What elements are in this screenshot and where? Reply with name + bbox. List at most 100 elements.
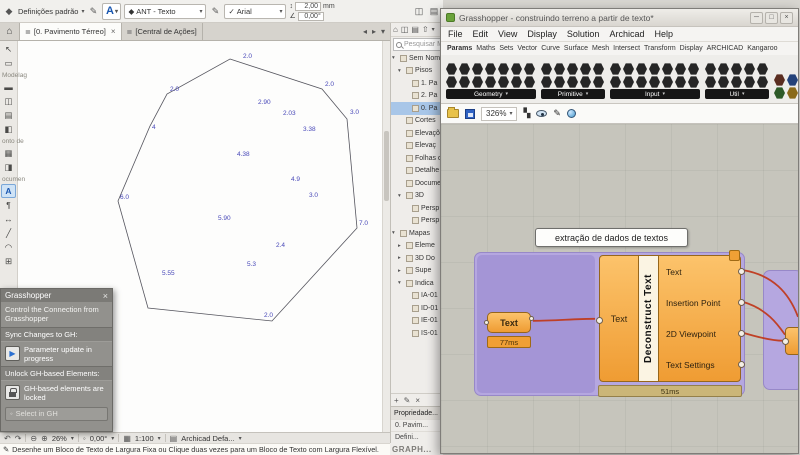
component-icon[interactable] [623,63,634,75]
component-icon[interactable] [472,63,483,75]
component-icon[interactable] [580,63,591,75]
more-icon[interactable]: ▾ [432,26,435,33]
component-icon[interactable] [554,76,565,88]
component-icon[interactable] [636,63,647,75]
ribbon-group-label[interactable]: Input ▾ [610,89,700,99]
open-file-icon[interactable] [447,107,459,118]
component-icon[interactable] [459,63,470,75]
component-icon[interactable] [472,76,483,88]
component-icon[interactable] [705,63,716,75]
category-tab-archicad[interactable]: ARCHICAD [707,45,744,52]
gh-canvas[interactable]: extração de dados de textos Text 77ms Te… [441,124,798,453]
category-tab-params[interactable]: Params [447,45,472,52]
component-icon[interactable] [623,76,634,88]
tree-item[interactable]: Persp [391,215,443,228]
properties-panel-title[interactable]: Propriedade... [391,406,443,419]
mesh-tool-icon[interactable]: ▦ [1,146,16,160]
component-icon[interactable] [446,63,457,75]
forward-icon[interactable]: ↷ [15,434,22,443]
component-icon[interactable] [610,76,621,88]
tree-item[interactable]: ▸ Eleme [391,240,443,253]
component-icon[interactable] [675,76,686,88]
component-icon[interactable] [511,76,522,88]
favorites-label[interactable]: Definições padrão [18,7,78,16]
tree-item[interactable]: Docume [391,177,443,190]
add-icon[interactable]: + [394,396,399,405]
group-label[interactable]: extração de dados de textos [535,228,688,247]
document-tab[interactable]: ≣ [Central de Ações] [122,23,203,40]
document-tab[interactable]: ≣ [0. Pavimento Térreo] × [20,23,122,40]
tree-item[interactable]: Cortes [391,115,443,128]
component-icon[interactable] [524,63,535,75]
zoom-level[interactable]: 26% [52,434,67,443]
component-icon[interactable] [731,76,742,88]
category-tab-transform[interactable]: Transform [644,45,676,52]
expand-icon[interactable]: ▾ [398,68,404,74]
component-icon[interactable] [554,63,565,75]
input-param[interactable]: Text [596,256,638,381]
component-icon[interactable] [787,74,798,86]
menu-solution[interactable]: Solution [567,29,600,39]
tree-item[interactable]: ▾ Sem Nom [391,52,443,65]
component-icon[interactable] [649,63,660,75]
component-icon[interactable] [498,76,509,88]
component-icon[interactable] [649,76,660,88]
component-icon[interactable] [731,63,742,75]
tree-item[interactable]: ▾ Mapas [391,227,443,240]
tree-item[interactable]: IA-01 [391,290,443,303]
slab-tool-icon[interactable]: ▤ [1,108,16,122]
tree-item[interactable]: Persp [391,202,443,215]
text-tool-icon[interactable]: A [1,184,16,198]
output-param[interactable]: Insertion Point [659,287,745,318]
component-icon[interactable] [459,76,470,88]
component-icon[interactable] [524,76,535,88]
select-in-gh-button[interactable]: ◦ Select in GH [5,406,108,421]
penset-value[interactable]: Archicad Defa... [181,434,234,443]
layout-book-icon[interactable]: ▤ [411,25,419,34]
output-grip[interactable] [738,267,745,275]
component-icon[interactable] [593,76,604,88]
component-icon[interactable] [718,76,729,88]
expand-icon[interactable]: ▾ [398,280,404,286]
sketch-tool-icon[interactable]: ✎ [553,108,561,119]
component-icon[interactable] [774,87,785,99]
component-icon[interactable] [485,63,496,75]
tree-item[interactable]: 2. Pa [391,90,443,103]
preview-selector-icon[interactable]: ▚ [523,108,530,119]
category-tab-kangaroo[interactable]: Kangaroo [747,45,777,52]
panel-toggle-icon[interactable]: ◫ [413,6,425,17]
orientation-icon[interactable]: ◦ [83,434,86,443]
close-icon[interactable]: × [780,11,793,24]
component-icon[interactable] [705,76,716,88]
output-param[interactable]: 2D Viewpoint [659,319,745,350]
scale-value[interactable]: 1:100 [135,434,154,443]
partial-input-grip[interactable] [782,338,789,345]
ribbon-group-label[interactable]: Geometry ▾ [446,89,536,99]
component-icon[interactable] [688,76,699,88]
text-parameter[interactable]: Text [484,312,534,333]
category-tab-mesh[interactable]: Mesh [592,45,609,52]
component-icon[interactable] [718,63,729,75]
component-icon[interactable] [688,63,699,75]
param-output-grip[interactable] [529,316,534,321]
tree-item[interactable]: IE-01 [391,315,443,328]
lock-button[interactable] [5,385,20,401]
canvas-scrollbar[interactable] [382,41,390,432]
text-style-combo[interactable]: ◆ ANT - Texto ▾ [124,3,207,19]
sync-button[interactable]: ▶ [5,346,20,362]
tab-close-icon[interactable]: × [111,27,116,36]
component-icon[interactable] [774,74,785,86]
component-icon[interactable] [446,76,457,88]
component-icon[interactable] [567,76,578,88]
output-param[interactable]: Text Settings [659,350,745,381]
category-tab-curve[interactable]: Curve [541,45,560,52]
category-tab-maths[interactable]: Maths [476,45,495,52]
menu-help[interactable]: Help [654,29,673,39]
gh-titlebar[interactable]: Grasshopper - construindo terreno a part… [441,9,798,27]
category-tab-sets[interactable]: Sets [499,45,513,52]
expand-icon[interactable]: ▸ [398,268,404,274]
output-param[interactable]: Text [659,256,745,287]
edit-style-icon[interactable]: ✎ [209,6,221,17]
category-tab-surface[interactable]: Surface [564,45,588,52]
param-input-grip[interactable] [484,320,489,325]
